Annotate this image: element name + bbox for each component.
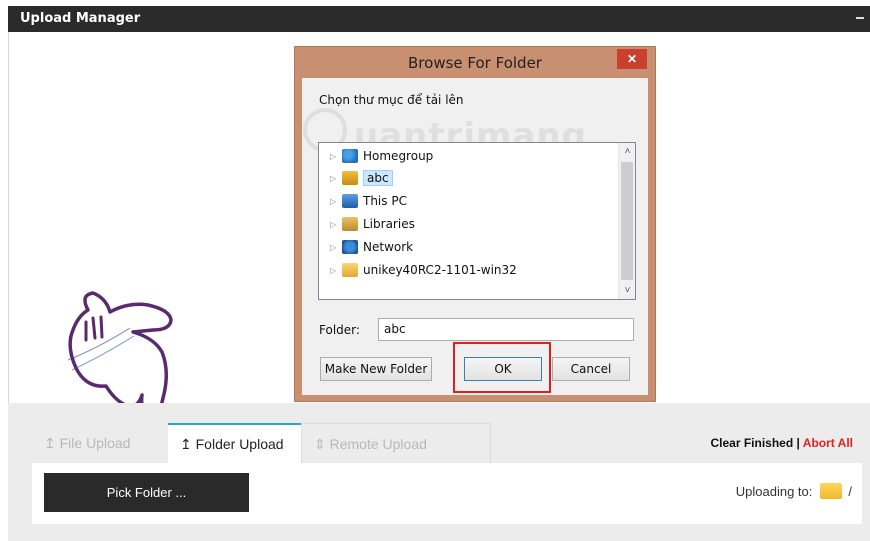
window-title: Upload Manager (20, 11, 141, 26)
tab-folder-upload[interactable]: ↥ Folder Upload (168, 423, 301, 463)
actions-separator: | (793, 436, 803, 450)
make-new-folder-button[interactable]: Make New Folder (320, 357, 432, 381)
folder-icon[interactable] (820, 483, 843, 499)
expand-arrow-icon[interactable]: ▷ (330, 266, 340, 275)
folder-icon (342, 263, 358, 277)
expand-arrow-icon[interactable]: ▷ (330, 197, 340, 206)
scroll-thumb[interactable] (621, 162, 633, 280)
folder-upload-content: Pick Folder ... Uploading to: / (32, 463, 862, 524)
tree-item-this-pc[interactable]: ▷ This PC (319, 191, 407, 211)
expand-arrow-icon[interactable]: ▷ (330, 220, 340, 229)
user-folder-icon (342, 171, 358, 185)
tree-item-label: This PC (363, 194, 407, 208)
tree-item-homegroup[interactable]: ▷ Homegroup (319, 146, 433, 166)
title-bar: Upload Manager (8, 6, 870, 32)
libraries-icon (342, 217, 358, 231)
panel-actions: Clear Finished | Abort All (711, 436, 854, 450)
tab-remote-upload[interactable]: ⇕ Remote Upload (301, 423, 491, 463)
uploading-destination: Uploading to: / (736, 483, 852, 499)
expand-arrow-icon[interactable]: ▷ (330, 243, 340, 252)
ok-button-highlight (453, 342, 551, 393)
tree-scrollbar[interactable]: ˄ ˅ (618, 143, 635, 299)
uploading-to-label: Uploading to: (735, 483, 813, 499)
folder-tree[interactable]: ▷ Homegroup ▷ abc ▷ This PC ▷ Libraries … (318, 142, 636, 300)
tree-item-label: Network (363, 240, 414, 254)
tree-item-label: unikey40RC2-1101-win32 (363, 263, 517, 277)
expand-arrow-icon[interactable]: ▷ (330, 174, 340, 183)
tree-item-abc[interactable]: ▷ abc (319, 168, 393, 188)
minimize-icon[interactable] (856, 17, 864, 19)
clear-finished-link[interactable]: Clear Finished (711, 436, 794, 450)
tree-item-label: abc (363, 170, 393, 186)
tree-item-network[interactable]: ▷ Network (319, 237, 413, 257)
folder-label: Folder: (319, 323, 360, 337)
close-icon[interactable]: ✕ (617, 49, 647, 69)
network-icon (342, 240, 358, 254)
homegroup-icon (342, 149, 358, 163)
cancel-button[interactable]: Cancel (552, 357, 630, 381)
upload-panel: ↥ File Upload ↥ Folder Upload ⇕ Remote U… (8, 403, 870, 541)
scroll-down-icon[interactable]: ˅ (619, 282, 636, 299)
tree-item-libraries[interactable]: ▷ Libraries (319, 214, 415, 234)
scroll-up-icon[interactable]: ˄ (619, 143, 636, 160)
tree-item-unikey[interactable]: ▷ unikey40RC2-1101-win32 (319, 260, 517, 280)
this-pc-icon (342, 194, 358, 208)
pick-folder-button[interactable]: Pick Folder ... (44, 473, 249, 512)
tab-file-upload[interactable]: ↥ File Upload (32, 423, 168, 463)
uploading-path[interactable]: / (848, 484, 852, 499)
upload-manager-window: Upload Manager Browse For Folder ✕ uantr… (0, 0, 870, 541)
abort-all-link[interactable]: Abort All (803, 436, 853, 450)
expand-arrow-icon[interactable]: ▷ (330, 152, 340, 161)
folder-field[interactable]: abc (378, 318, 634, 341)
tree-item-label: Libraries (363, 217, 415, 231)
dialog-title: Browse For Folder (408, 54, 542, 72)
dialog-prompt: Chọn thư mục để tải lên (319, 93, 464, 107)
tree-item-label: Homegroup (363, 149, 434, 163)
